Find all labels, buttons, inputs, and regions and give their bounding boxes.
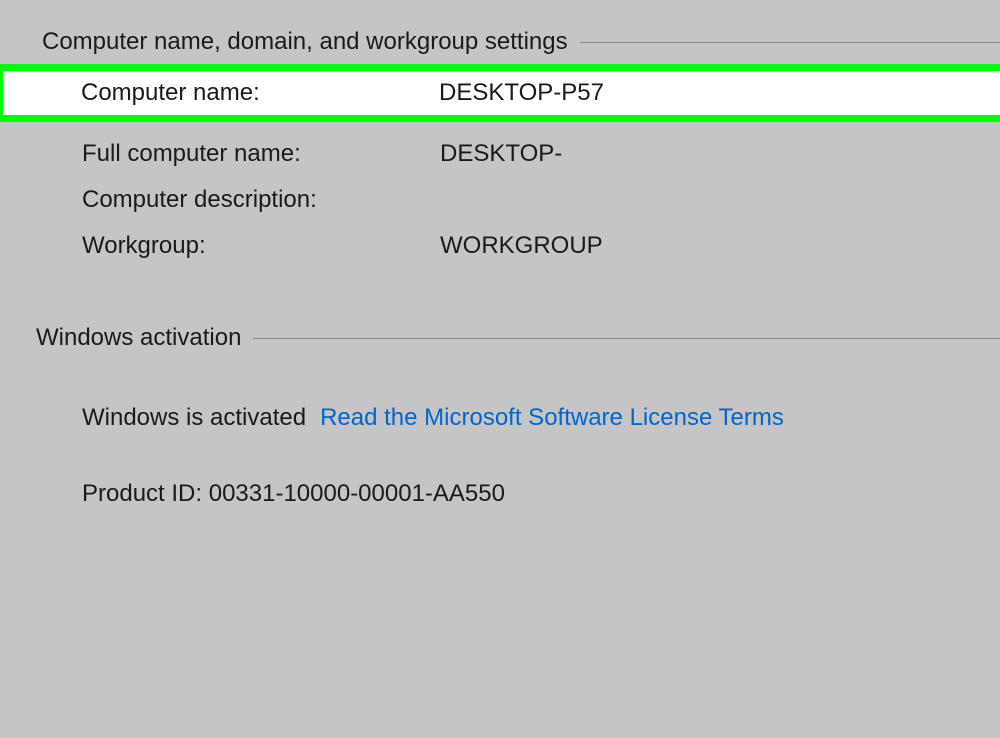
computer-section-header: Computer name, domain, and workgroup set… — [0, 28, 1000, 56]
product-id-value: 00331-10000-00001-AA550 — [209, 480, 505, 507]
full-computer-name-row: Full computer name: DESKTOP- — [0, 122, 1000, 168]
activation-status: Windows is activated — [82, 404, 306, 432]
computer-description-label: Computer description: — [82, 186, 440, 214]
computer-section-title: Computer name, domain, and workgroup set… — [42, 28, 568, 56]
activation-section-header: Windows activation — [0, 324, 1000, 352]
full-computer-name-value: DESKTOP- — [440, 140, 562, 168]
section-divider — [253, 338, 1000, 339]
windows-activation-section: Windows activation Windows is activated … — [0, 324, 1000, 508]
product-id-label: Product ID: — [82, 480, 202, 507]
computer-name-value: DESKTOP-P57 — [439, 79, 604, 107]
workgroup-value: WORKGROUP — [440, 232, 603, 260]
workgroup-row: Workgroup: WORKGROUP — [0, 214, 1000, 260]
product-id-row: Product ID: 00331-10000-00001-AA550 — [0, 432, 1000, 508]
computer-name-row: Computer name: DESKTOP-P57 — [0, 64, 1000, 122]
computer-name-section: Computer name, domain, and workgroup set… — [0, 28, 1000, 260]
computer-name-label: Computer name: — [81, 79, 439, 107]
computer-description-row: Computer description: — [0, 168, 1000, 214]
license-terms-link[interactable]: Read the Microsoft Software License Term… — [320, 404, 784, 432]
full-computer-name-label: Full computer name: — [82, 140, 440, 168]
section-divider — [580, 42, 1000, 43]
activation-section-title: Windows activation — [36, 324, 241, 352]
workgroup-label: Workgroup: — [82, 232, 440, 260]
activation-status-row: Windows is activated Read the Microsoft … — [0, 352, 1000, 432]
